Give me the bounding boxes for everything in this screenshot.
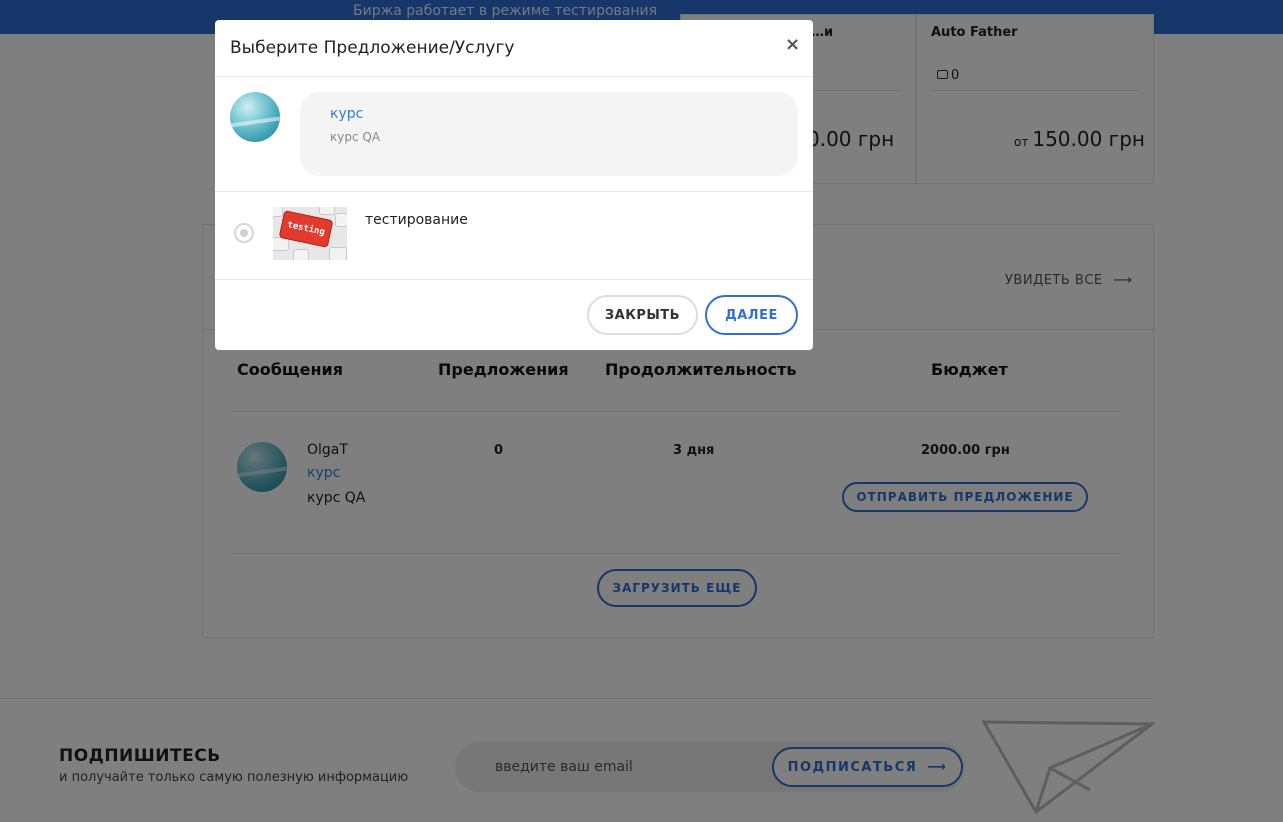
modal-divider [215, 191, 813, 192]
close-icon[interactable]: × [785, 34, 800, 55]
close-button[interactable]: ЗАКРЫТЬ [587, 295, 698, 335]
modal-divider [215, 279, 813, 280]
order-desc: курс QA [330, 130, 381, 144]
avatar [230, 92, 280, 142]
service-label[interactable]: тестирование [365, 212, 468, 228]
service-radio[interactable] [234, 223, 254, 243]
order-bubble: курс курс QA [300, 92, 798, 176]
order-link[interactable]: курс [330, 106, 363, 122]
modal-divider [215, 76, 813, 77]
select-service-modal: Выберите Предложение/Услугу × курс курс … [215, 20, 813, 350]
service-thumbnail: testing [273, 207, 347, 260]
modal-title: Выберите Предложение/Услугу [230, 38, 515, 58]
next-button[interactable]: ДАЛЕЕ [705, 295, 798, 335]
